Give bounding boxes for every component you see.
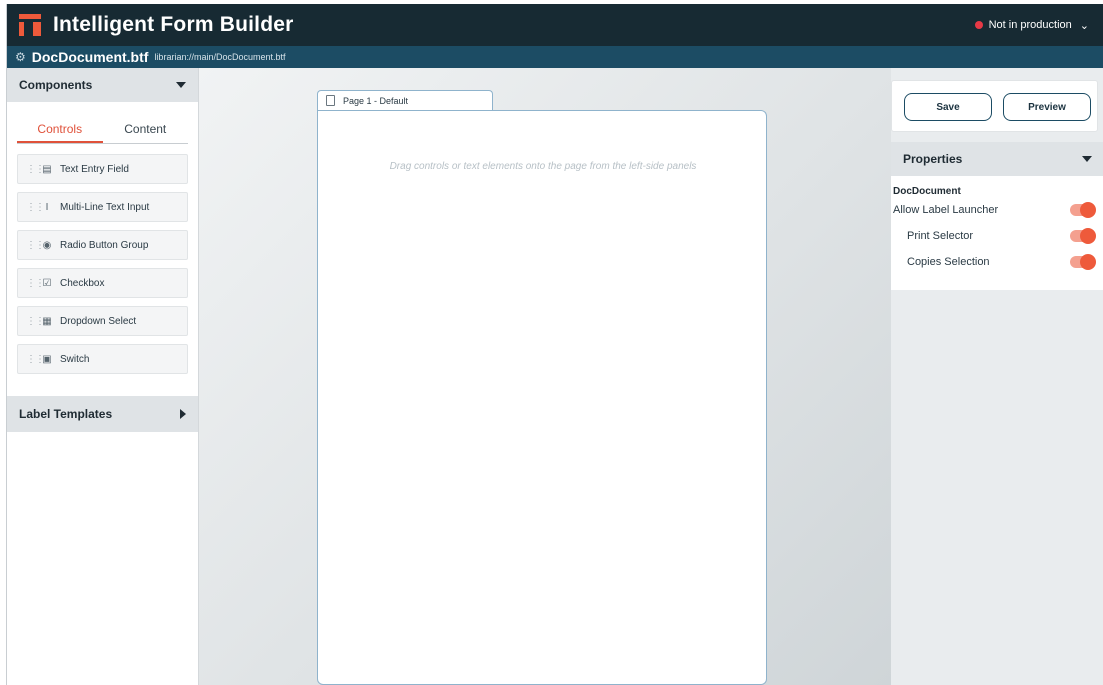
- property-label: Allow Label Launcher: [893, 204, 999, 216]
- environment-label: Not in production: [988, 19, 1072, 31]
- component-switch[interactable]: ⋮⋮ ▣ Switch: [17, 344, 188, 374]
- text-cursor-icon: I: [45, 201, 49, 213]
- allow-label-launcher-toggle[interactable]: [1070, 202, 1096, 218]
- component-multi-line-text-input[interactable]: ⋮⋮ I Multi-Line Text Input: [17, 192, 188, 222]
- label-templates-panel-header[interactable]: Label Templates: [7, 396, 198, 432]
- chevron-down-icon: ⌄: [1079, 19, 1089, 32]
- expand-arrow-icon: [180, 409, 186, 419]
- drag-handle-icon[interactable]: ⋮⋮: [26, 240, 45, 251]
- print-selector-toggle[interactable]: [1070, 228, 1096, 244]
- app-window: Intelligent Form Builder Not in producti…: [6, 4, 1103, 685]
- property-allow-label-launcher: Allow Label Launcher: [891, 197, 1103, 223]
- drag-handle-icon[interactable]: ⋮⋮: [26, 316, 45, 327]
- label-templates-header-label: Label Templates: [19, 407, 113, 421]
- drag-handle-icon[interactable]: ⋮⋮: [26, 278, 45, 289]
- app-title: Intelligent Form Builder: [53, 13, 294, 36]
- component-text-entry-field[interactable]: ⋮⋮ ▤ Text Entry Field: [17, 154, 188, 184]
- component-radio-button-group[interactable]: ⋮⋮ ◉ Radio Button Group: [17, 230, 188, 260]
- collapse-arrow-icon: [176, 82, 186, 88]
- components-header-label: Components: [19, 78, 93, 92]
- environment-selector[interactable]: Not in production ⌄: [974, 4, 1089, 46]
- title-bar: Intelligent Form Builder Not in producti…: [7, 4, 1103, 46]
- page-icon: [326, 95, 335, 106]
- checkbox-icon: ☑: [42, 277, 52, 289]
- status-dot-icon: [974, 21, 983, 29]
- property-label: Copies Selection: [907, 256, 990, 268]
- properties-panel-header[interactable]: Properties: [891, 142, 1103, 176]
- left-panel: Components Controls Content ⋮⋮ ▤ Text En…: [7, 68, 199, 685]
- copies-selection-toggle[interactable]: [1070, 254, 1096, 270]
- collapse-arrow-icon: [1082, 156, 1092, 162]
- app-logo-icon: [19, 14, 41, 36]
- radio-icon: ◉: [42, 239, 52, 251]
- drag-handle-icon[interactable]: ⋮⋮: [26, 202, 45, 213]
- page-tab-label: Page 1 - Default: [343, 95, 409, 106]
- components-tabs: Controls Content: [17, 118, 188, 144]
- component-label: Dropdown Select: [60, 315, 137, 327]
- component-dropdown-select[interactable]: ⋮⋮ ▦ Dropdown Select: [17, 306, 188, 336]
- component-label: Checkbox: [60, 277, 105, 289]
- gear-icon[interactable]: ⚙: [15, 50, 26, 64]
- component-label: Radio Button Group: [60, 239, 149, 251]
- document-path: librarian://main/DocDocument.btf: [154, 52, 286, 62]
- drag-handle-icon[interactable]: ⋮⋮: [26, 164, 45, 175]
- drop-hint: Drag controls or text elements onto the …: [389, 161, 697, 172]
- save-button[interactable]: Save: [904, 93, 992, 121]
- action-bar: Save Preview: [891, 80, 1098, 132]
- form-page[interactable]: Drag controls or text elements onto the …: [317, 110, 767, 685]
- tab-controls[interactable]: Controls: [17, 118, 103, 143]
- properties-header-label: Properties: [903, 152, 963, 166]
- component-checkbox[interactable]: ⋮⋮ ☑ Checkbox: [17, 268, 188, 298]
- component-label: Multi-Line Text Input: [60, 201, 150, 213]
- properties-object-name: DocDocument: [893, 186, 961, 197]
- switch-icon: ▣: [42, 353, 52, 365]
- property-copies-selection: Copies Selection: [891, 249, 1103, 275]
- component-label: Switch: [60, 353, 90, 365]
- properties-panel: Properties DocDocument Allow Label Launc…: [891, 142, 1103, 290]
- design-canvas[interactable]: Page 1 - Default Drag controls or text e…: [199, 68, 891, 685]
- components-panel-header[interactable]: Components: [7, 68, 198, 102]
- text-field-icon: ▤: [42, 163, 52, 175]
- document-bar: ⚙ DocDocument.btf librarian://main/DocDo…: [7, 46, 1103, 68]
- property-label: Print Selector: [907, 230, 974, 242]
- tab-content[interactable]: Content: [103, 118, 189, 143]
- preview-button[interactable]: Preview: [1003, 93, 1091, 121]
- document-name: DocDocument.btf: [31, 49, 149, 65]
- property-print-selector: Print Selector: [891, 223, 1103, 249]
- component-list: ⋮⋮ ▤ Text Entry Field ⋮⋮ I Multi-Line Te…: [7, 154, 198, 374]
- dropdown-icon: ▦: [42, 315, 52, 327]
- page-tab[interactable]: Page 1 - Default: [317, 90, 493, 110]
- component-label: Text Entry Field: [60, 163, 129, 175]
- drag-handle-icon[interactable]: ⋮⋮: [26, 354, 45, 365]
